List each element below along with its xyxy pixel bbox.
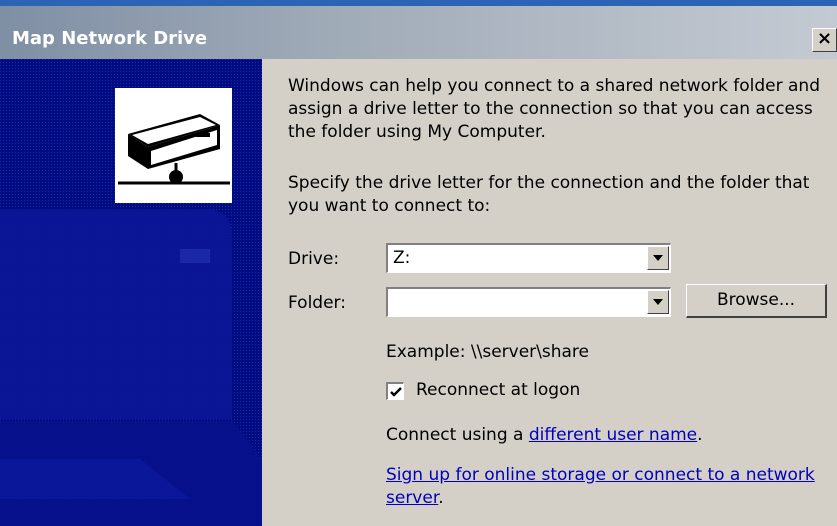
connect-using-text: Connect using a different user name. [386,425,703,445]
example-text: Example: \\server\share [386,342,590,362]
signup-suffix: . [438,488,444,508]
window-title: Map Network Drive [12,28,208,49]
different-user-name-link[interactable]: different user name [529,425,697,445]
close-icon: × [816,28,833,49]
sidebar-graphic [0,59,262,526]
instruction-text: Specify the drive letter for the connect… [288,173,810,216]
drive-label: Drive: [288,249,340,269]
reconnect-label[interactable]: Reconnect at logon [416,380,580,400]
drive-combobox[interactable]: Z: [386,243,671,273]
close-button[interactable]: × [812,28,837,52]
signup-text: Sign up for online storage or connect to… [386,464,816,510]
network-drive-icon [115,88,232,203]
title-bar[interactable]: Map Network Drive × [0,6,837,59]
connect-using-suffix: . [697,425,703,445]
dropdown-arrow-icon[interactable] [647,290,669,314]
drive-value: Z: [393,248,411,268]
reconnect-checkbox[interactable] [386,382,404,400]
browse-button[interactable]: Browse... [686,284,827,318]
dropdown-arrow-icon[interactable] [647,246,669,270]
checkmark-icon [390,387,402,397]
intro-text: Windows can help you connect to a shared… [288,76,820,142]
connect-using-prefix: Connect using a [386,425,529,445]
dialog-content: Windows can help you connect to a shared… [262,59,837,526]
signup-link[interactable]: Sign up for online storage or connect to… [386,465,815,508]
folder-label: Folder: [288,293,346,313]
folder-combobox[interactable] [386,287,671,317]
computer-illustration [0,59,262,526]
